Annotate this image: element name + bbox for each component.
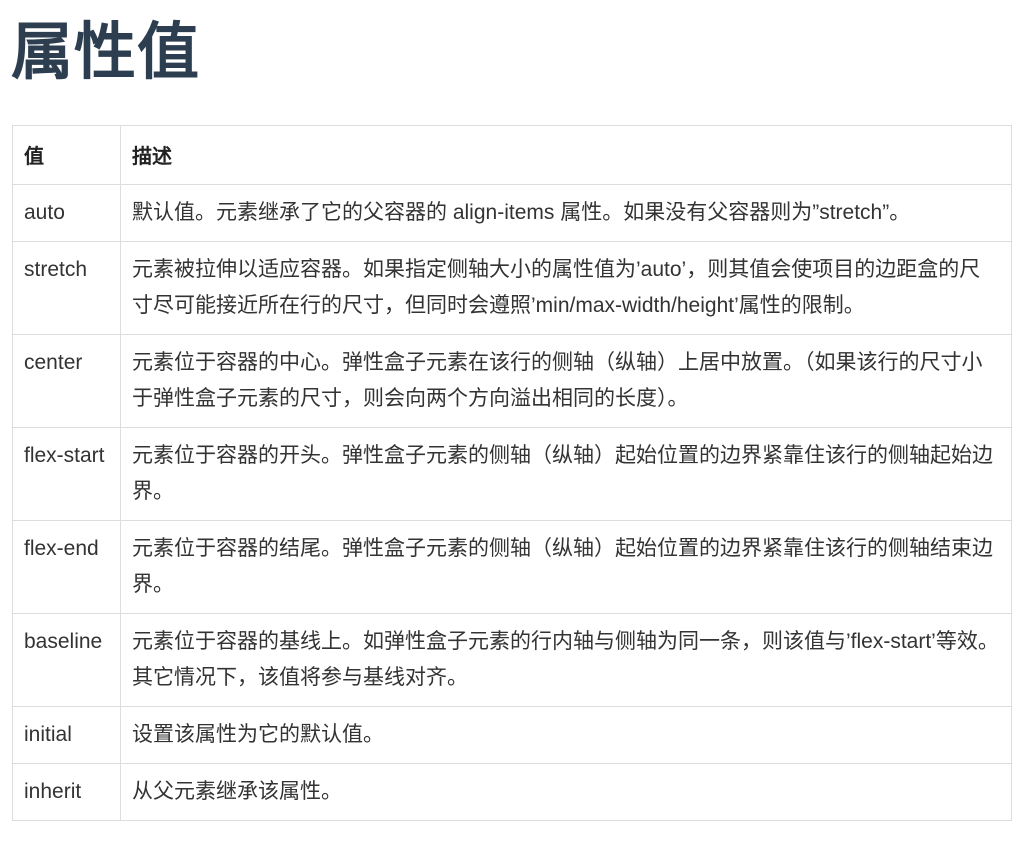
table-row: auto 默认值。元素继承了它的父容器的 align-items 属性。如果没有… bbox=[12, 184, 1012, 242]
description-cell: 设置该属性为它的默认值。 bbox=[120, 706, 1012, 764]
property-values-table: 值 描述 auto 默认值。元素继承了它的父容器的 align-items 属性… bbox=[12, 125, 1012, 821]
table-row: center 元素位于容器的中心。弹性盒子元素在该行的侧轴（纵轴）上居中放置。（… bbox=[12, 334, 1012, 428]
value-cell: baseline bbox=[12, 613, 121, 707]
table-row: baseline 元素位于容器的基线上。如弹性盒子元素的行内轴与侧轴为同一条，则… bbox=[12, 613, 1012, 707]
table-row: inherit 从父元素继承该属性。 bbox=[12, 763, 1012, 821]
description-cell: 元素被拉伸以适应容器。如果指定侧轴大小的属性值为’auto’，则其值会使项目的边… bbox=[120, 241, 1012, 335]
table-row: initial 设置该属性为它的默认值。 bbox=[12, 706, 1012, 764]
table-header-row: 值 描述 bbox=[12, 125, 1012, 185]
value-cell: auto bbox=[12, 184, 121, 242]
value-cell: center bbox=[12, 334, 121, 428]
description-cell: 元素位于容器的中心。弹性盒子元素在该行的侧轴（纵轴）上居中放置。（如果该行的尺寸… bbox=[120, 334, 1012, 428]
table-row: flex-start 元素位于容器的开头。弹性盒子元素的侧轴（纵轴）起始位置的边… bbox=[12, 427, 1012, 521]
description-cell: 默认值。元素继承了它的父容器的 align-items 属性。如果没有父容器则为… bbox=[120, 184, 1012, 242]
value-cell: flex-end bbox=[12, 520, 121, 614]
description-cell: 元素位于容器的开头。弹性盒子元素的侧轴（纵轴）起始位置的边界紧靠住该行的侧轴起始… bbox=[120, 427, 1012, 521]
table-row: flex-end 元素位于容器的结尾。弹性盒子元素的侧轴（纵轴）起始位置的边界紧… bbox=[12, 520, 1012, 614]
value-cell: stretch bbox=[12, 241, 121, 335]
description-cell: 从父元素继承该属性。 bbox=[120, 763, 1012, 821]
description-cell: 元素位于容器的基线上。如弹性盒子元素的行内轴与侧轴为同一条，则该值与’flex-… bbox=[120, 613, 1012, 707]
column-header-description: 描述 bbox=[120, 125, 1012, 185]
page-title: 属性值 bbox=[11, 15, 201, 88]
description-cell: 元素位于容器的结尾。弹性盒子元素的侧轴（纵轴）起始位置的边界紧靠住该行的侧轴结束… bbox=[120, 520, 1012, 614]
table-row: stretch 元素被拉伸以适应容器。如果指定侧轴大小的属性值为’auto’，则… bbox=[12, 241, 1012, 335]
column-header-value: 值 bbox=[12, 125, 121, 185]
value-cell: flex-start bbox=[12, 427, 121, 521]
value-cell: initial bbox=[12, 706, 121, 764]
value-cell: inherit bbox=[12, 763, 121, 821]
